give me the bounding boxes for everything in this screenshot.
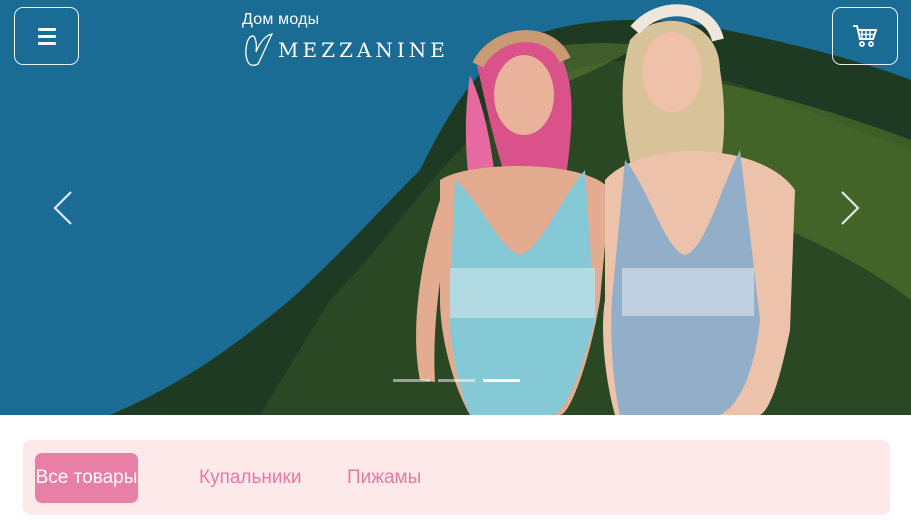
carousel-indicator-2[interactable] bbox=[438, 379, 475, 382]
carousel-indicator-3[interactable] bbox=[483, 379, 520, 382]
hero-models-illustration bbox=[416, 4, 795, 415]
carousel-indicators bbox=[393, 379, 520, 382]
brand-monogram-icon bbox=[245, 33, 274, 66]
tab-pajamas[interactable]: Пижамы bbox=[327, 453, 441, 503]
menu-button[interactable] bbox=[14, 7, 79, 65]
hamburger-menu-icon bbox=[37, 27, 56, 45]
category-filter-bar: Все товары Купальники Пижамы bbox=[23, 440, 890, 515]
carousel-prev-button[interactable] bbox=[51, 190, 75, 226]
chevron-left-icon bbox=[53, 191, 72, 225]
hero-carousel: Дом моды MEZZANINE bbox=[0, 0, 911, 415]
chevron-right-icon bbox=[841, 191, 860, 225]
brand-subtitle: Дом моды bbox=[242, 11, 320, 28]
brand-name: MEZZANINE bbox=[278, 38, 449, 62]
carousel-next-button[interactable] bbox=[838, 190, 862, 226]
brand-logo[interactable]: Дом моды MEZZANINE bbox=[242, 10, 449, 68]
shopping-cart-icon bbox=[853, 25, 878, 47]
tab-swimsuits[interactable]: Купальники bbox=[179, 453, 321, 503]
tab-all-products[interactable]: Все товары bbox=[35, 453, 138, 503]
cart-button[interactable] bbox=[832, 7, 898, 65]
carousel-indicator-1[interactable] bbox=[393, 379, 430, 382]
